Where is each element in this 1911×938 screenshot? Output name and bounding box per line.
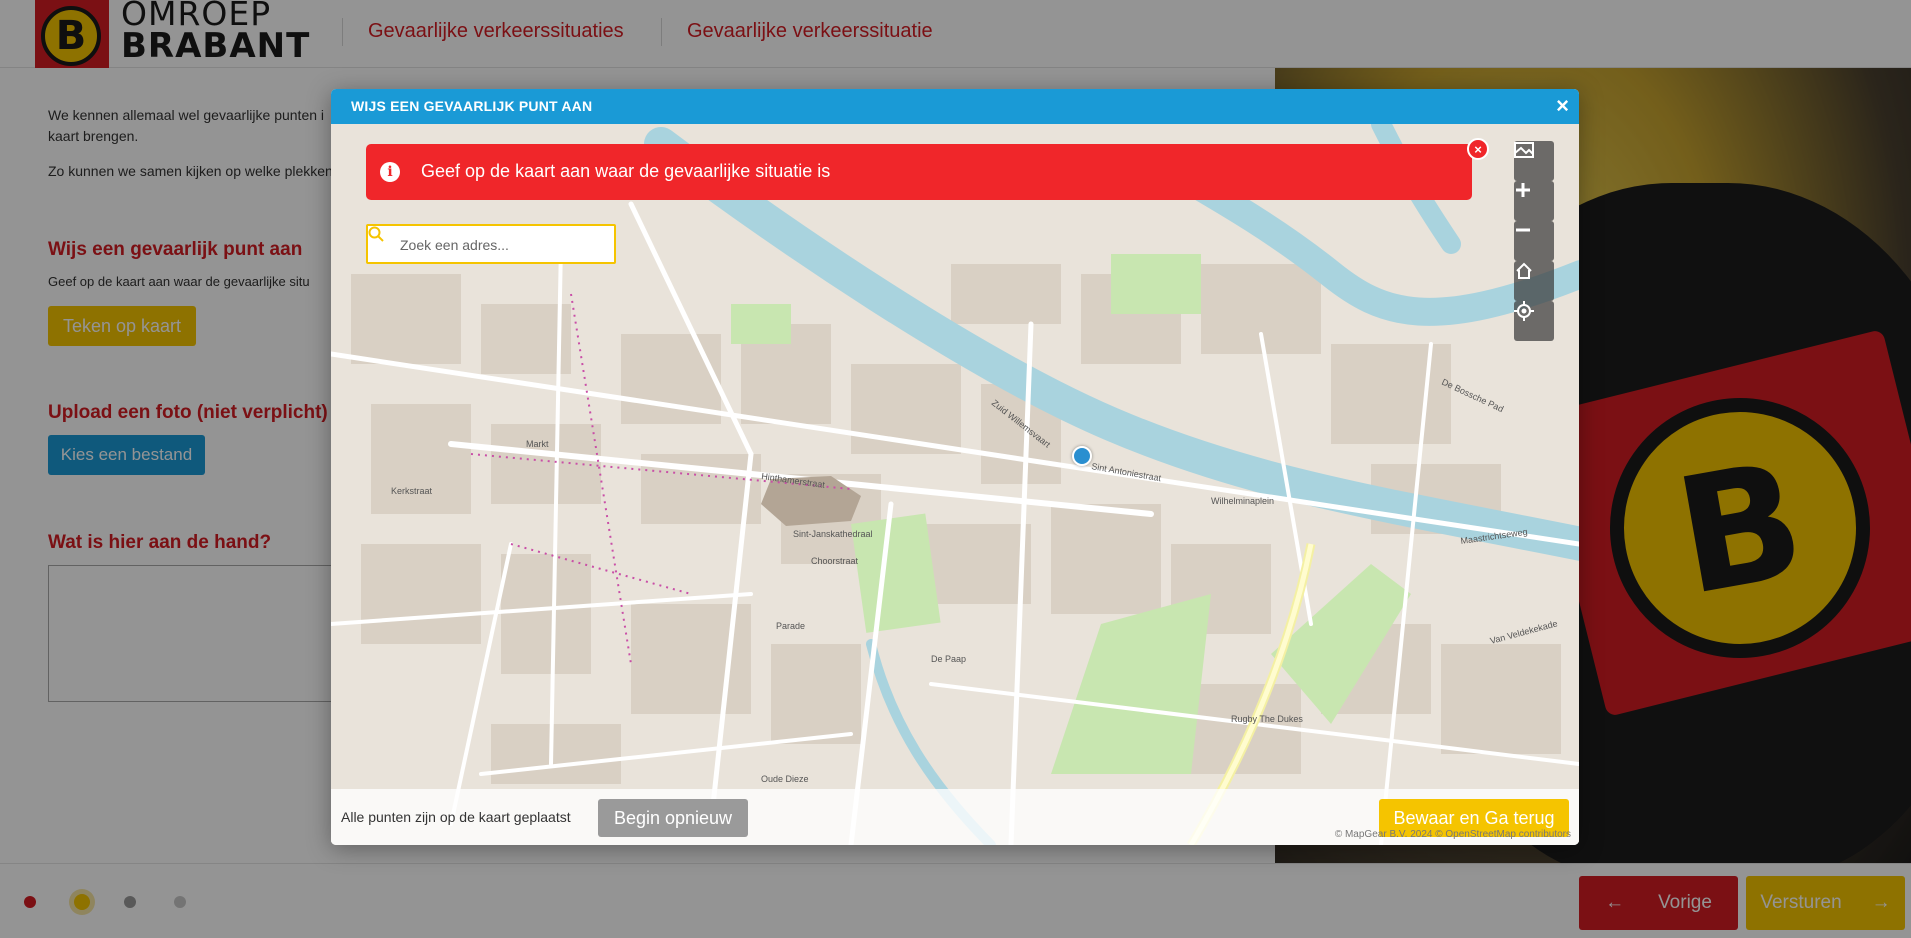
map-label: Choorstraat (811, 556, 859, 566)
map-label: Kerkstraat (391, 486, 433, 496)
modal-header: WIJS EEN GEVAARLIJK PUNT AAN × (331, 89, 1579, 124)
zoom-in-icon[interactable] (1514, 181, 1554, 221)
modal-title: WIJS EEN GEVAARLIJK PUNT AAN (351, 98, 593, 114)
map-label: Wilhelminaplein (1211, 496, 1274, 506)
point-modal: WIJS EEN GEVAARLIJK PUNT AAN × Markt Hin… (331, 89, 1579, 845)
map-label: Parade (776, 621, 805, 631)
locate-icon[interactable] (1514, 301, 1554, 341)
zoom-out-icon[interactable] (1514, 221, 1554, 261)
search-icon (368, 226, 384, 242)
points-status-text: Alle punten zijn op de kaart geplaatst (341, 809, 571, 825)
map-label: Oude Dieze (761, 774, 809, 784)
map-layers-icon[interactable] (1514, 141, 1554, 181)
search-input[interactable] (400, 234, 600, 256)
map-point-marker[interactable] (1072, 446, 1092, 466)
map-label: Markt (526, 439, 549, 449)
address-search[interactable] (366, 224, 616, 264)
alert-message: Geef op de kaart aan waar de gevaarlijke… (421, 161, 831, 181)
modal-close-icon[interactable]: × (1556, 93, 1569, 119)
restart-button[interactable]: Begin opnieuw (598, 799, 748, 837)
map-canvas[interactable]: Markt Hinthamerstraat Sint-Janskathedraa… (331, 124, 1579, 845)
map-attribution[interactable]: © MapGear B.V. 2024 © OpenStreetMap cont… (1335, 829, 1571, 840)
map-label: Rugby The Dukes (1231, 714, 1303, 724)
map-alert: i Geef op de kaart aan waar de gevaarlij… (366, 138, 1489, 200)
alert-close-icon[interactable]: × (1467, 138, 1489, 160)
home-icon[interactable] (1514, 261, 1554, 301)
map-label: Sint-Janskathedraal (793, 529, 873, 539)
map-label: De Paap (931, 654, 966, 664)
info-icon: i (380, 162, 400, 182)
